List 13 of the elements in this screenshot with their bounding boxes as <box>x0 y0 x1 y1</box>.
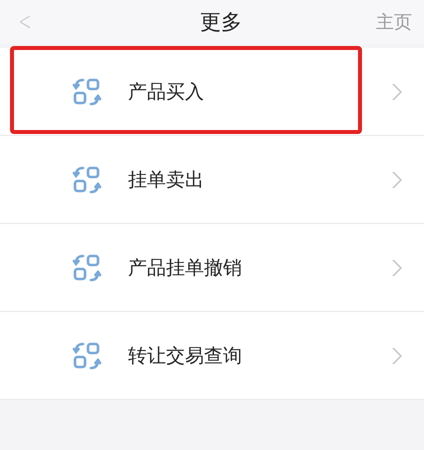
chevron-icon <box>392 82 402 100</box>
menu-item[interactable]: 转让交易查询 <box>0 312 424 399</box>
exchange-icon <box>72 340 102 370</box>
menu-item[interactable]: 挂单卖出 <box>0 136 424 223</box>
exchange-icon <box>72 252 102 282</box>
chevron-icon <box>392 346 402 364</box>
exchange-icon <box>72 164 102 194</box>
menu-item[interactable]: 产品挂单撤销 <box>0 224 424 311</box>
exchange-icon <box>72 76 102 106</box>
chevron-icon <box>392 170 402 188</box>
menu-item[interactable]: 产品买入 <box>0 48 424 135</box>
page-title: 更多 <box>198 9 243 36</box>
chevron-icon <box>392 258 402 276</box>
